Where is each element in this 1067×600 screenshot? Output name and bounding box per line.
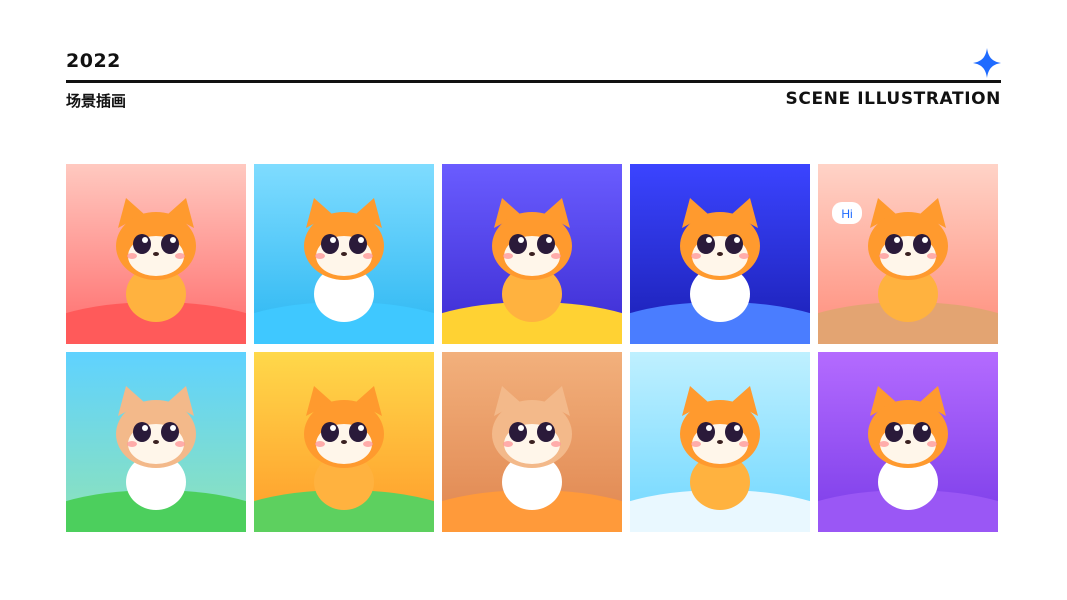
illustration-tile-graduation-day[interactable] bbox=[254, 352, 434, 532]
illustration-tile-go-board-garden[interactable] bbox=[66, 164, 246, 344]
scene-illustration bbox=[66, 352, 246, 532]
cartoon-character bbox=[304, 198, 384, 322]
illustration-tile-astronaut-space[interactable] bbox=[630, 164, 810, 344]
illustration-tile-laptop-study[interactable] bbox=[442, 164, 622, 344]
scene-illustration bbox=[818, 352, 998, 532]
illustration-tile-balloon-basket[interactable] bbox=[818, 352, 998, 532]
illustration-tile-sailing-boat[interactable] bbox=[254, 164, 434, 344]
cartoon-character bbox=[868, 386, 948, 510]
illustration-tile-math-tools[interactable] bbox=[630, 352, 810, 532]
scene-illustration bbox=[442, 164, 622, 344]
scene-illustration bbox=[66, 164, 246, 344]
cartoon-character bbox=[868, 198, 948, 322]
scene-illustration bbox=[630, 352, 810, 532]
scene-illustration bbox=[254, 164, 434, 344]
cartoon-character bbox=[492, 386, 572, 510]
illustration-tile-classroom-blackboard[interactable] bbox=[442, 352, 622, 532]
speech-bubble-text: Hi bbox=[841, 207, 852, 221]
header-divider bbox=[66, 80, 1001, 83]
year-label: 2022 bbox=[66, 50, 121, 72]
illustration-tile-camping-tent[interactable] bbox=[66, 352, 246, 532]
cartoon-character bbox=[680, 198, 760, 322]
sparkle-star-icon bbox=[973, 48, 1001, 78]
scene-illustration bbox=[254, 352, 434, 532]
cartoon-character bbox=[116, 386, 196, 510]
scene-illustration bbox=[442, 352, 622, 532]
illustration-tile-stage-curtain[interactable]: Hi bbox=[818, 164, 998, 344]
cartoon-character bbox=[304, 386, 384, 510]
cartoon-character bbox=[116, 198, 196, 322]
subtitle-english: SCENE ILLUSTRATION bbox=[785, 89, 1001, 109]
subtitle-chinese: 场景插画 bbox=[66, 92, 127, 110]
cartoon-character bbox=[492, 198, 572, 322]
scene-illustration bbox=[630, 164, 810, 344]
cartoon-character bbox=[680, 386, 760, 510]
illustration-grid: Hi bbox=[66, 164, 998, 532]
scene-illustration: Hi bbox=[818, 164, 998, 344]
